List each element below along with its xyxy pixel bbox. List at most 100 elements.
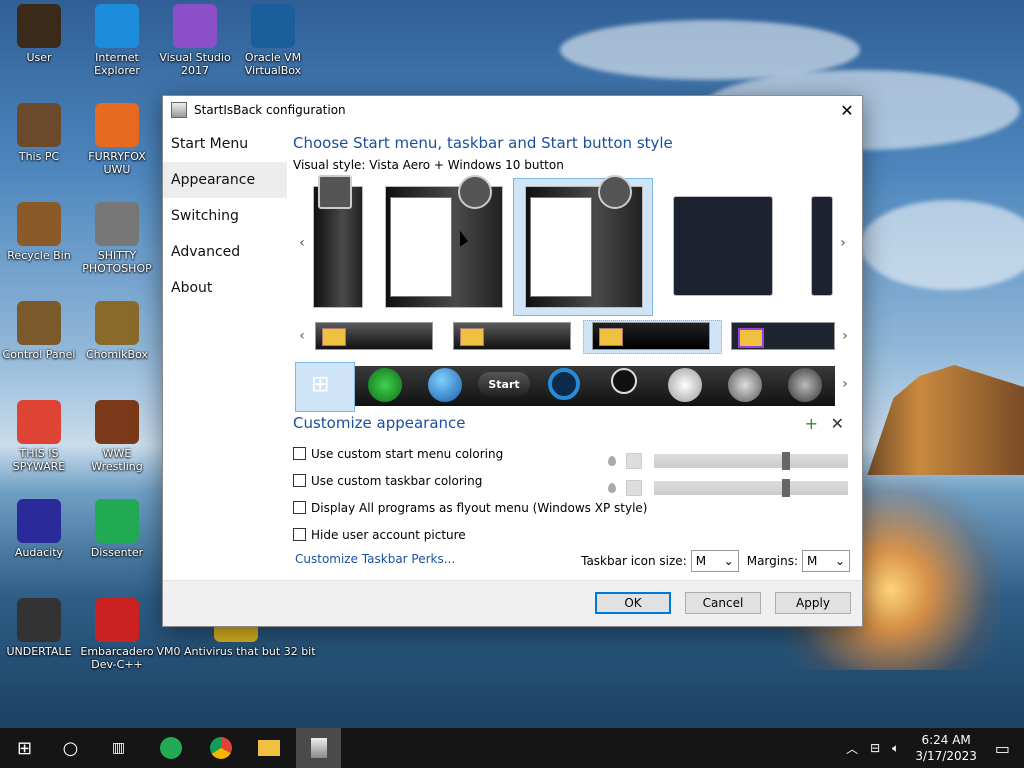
menu-style-option-selected[interactable] xyxy=(525,175,643,308)
margins-label: Margins: xyxy=(746,554,798,568)
visual-style-line: Visual style: Vista Aero + Windows 10 bu… xyxy=(293,158,858,172)
desktop-icon[interactable]: Embarcadero Dev-C++ xyxy=(78,598,156,671)
desktop-icon[interactable]: FURRYFOX UWU xyxy=(78,103,156,176)
wallpaper-rock xyxy=(867,365,1024,475)
taskbar-style-option[interactable] xyxy=(315,322,433,350)
dark-orb-icon[interactable] xyxy=(788,368,822,402)
notification-icon[interactable]: ▭ xyxy=(995,739,1010,758)
taskbar-style-option-selected[interactable] xyxy=(592,322,710,350)
task-view-icon[interactable]: ▥ xyxy=(96,728,141,768)
visual-style-label: Visual style: xyxy=(293,158,366,172)
margins-select[interactable]: M ⌄ xyxy=(802,550,850,572)
desktop-icon-label: ChomikBox xyxy=(86,348,148,361)
remove-icon[interactable]: ✕ xyxy=(831,414,844,433)
desktop-icon[interactable]: Internet Explorer xyxy=(78,4,156,77)
power-button-icon[interactable] xyxy=(611,368,637,394)
button-style-next-icon[interactable]: › xyxy=(838,374,852,394)
menu-style-option[interactable] xyxy=(673,196,773,296)
startisback-taskbar-icon[interactable] xyxy=(296,728,341,768)
clover-button-icon[interactable] xyxy=(368,368,402,402)
color-swatch[interactable] xyxy=(626,453,642,469)
desktop-icon[interactable]: ChomikBox xyxy=(78,301,156,361)
taskbar-style-row: ‹ › xyxy=(293,320,858,354)
option-label: Use custom taskbar coloring xyxy=(311,473,483,488)
main-panel: Choose Start menu, taskbar and Start but… xyxy=(293,126,858,578)
cancel-button[interactable]: Cancel xyxy=(685,592,761,614)
desktop-icon[interactable]: Audacity xyxy=(0,499,78,559)
sidebar-item-advanced[interactable]: Advanced xyxy=(163,234,287,270)
search-icon[interactable]: ○ xyxy=(48,728,93,768)
menu-style-option[interactable] xyxy=(385,175,503,308)
file-explorer-icon[interactable] xyxy=(246,728,291,768)
color-swatch[interactable] xyxy=(626,480,642,496)
apply-button[interactable]: Apply xyxy=(775,592,851,614)
opacity-slider[interactable] xyxy=(654,452,848,470)
checkbox[interactable] xyxy=(293,528,306,541)
desktop-icon[interactable]: WWE Wrestling xyxy=(78,400,156,473)
desktop-icon-label: This PC xyxy=(18,150,60,163)
icon-size-select[interactable]: M ⌄ xyxy=(690,550,739,572)
recycle-bin-icon xyxy=(17,202,61,246)
desktop-icon[interactable]: Control Panel xyxy=(0,301,78,361)
start-windows-icon[interactable]: ⊞ xyxy=(2,728,47,768)
option-label: Use custom start menu coloring xyxy=(311,446,504,461)
dissenter-taskbar-icon[interactable] xyxy=(148,728,193,768)
desktop-icon[interactable]: Visual Studio 2017 xyxy=(156,4,234,77)
edge-icon xyxy=(95,4,139,48)
desktop-icon[interactable]: Oracle VM VirtualBox xyxy=(234,4,312,77)
xp-start-button-icon[interactable]: Start xyxy=(478,372,530,396)
checkbox[interactable] xyxy=(293,474,306,487)
desktop-icon[interactable]: SHITTY PHOTOSHOP xyxy=(78,202,156,275)
clock-time: 6:24 AM xyxy=(921,733,971,747)
option-hide-account-picture[interactable]: Hide user account picture xyxy=(293,521,858,548)
menu-style-prev-icon[interactable]: ‹ xyxy=(295,233,309,253)
sidebar-item-switching[interactable]: Switching xyxy=(163,198,287,234)
chrome-taskbar-icon[interactable] xyxy=(198,728,243,768)
vista-orb-icon[interactable] xyxy=(428,368,462,402)
menu-style-next-icon[interactable]: › xyxy=(836,233,850,253)
customize-perks-link[interactable]: Customize Taskbar Perks... xyxy=(295,552,455,566)
chrome-icon xyxy=(17,400,61,444)
sidebar-item-start-menu[interactable]: Start Menu xyxy=(163,126,287,162)
clock[interactable]: 6:24 AM 3/17/2023 xyxy=(915,732,977,764)
taskbar-color-controls xyxy=(608,479,848,497)
taskbar-style-next-icon[interactable]: › xyxy=(838,326,852,346)
add-icon[interactable]: + xyxy=(805,414,818,433)
taskbar-style-option[interactable] xyxy=(453,322,571,350)
checkbox[interactable] xyxy=(293,501,306,514)
desktop-icon[interactable]: Dissenter xyxy=(78,499,156,559)
desktop-icon-label: SHITTY PHOTOSHOP xyxy=(82,249,152,275)
windows10-button-icon[interactable]: ⊞ xyxy=(311,372,329,397)
desktop-icon[interactable]: UNDERTALE xyxy=(0,598,78,658)
close-icon[interactable]: ✕ xyxy=(832,96,862,124)
folder-icon xyxy=(322,328,346,346)
ok-button[interactable]: OK xyxy=(595,592,671,614)
desktop-icon-label: Internet Explorer xyxy=(94,51,140,77)
white-orb-icon[interactable] xyxy=(668,368,702,402)
start-menu-color-controls xyxy=(608,452,848,470)
chevron-up-icon[interactable]: ︿ xyxy=(846,740,858,757)
sidebar-item-appearance[interactable]: Appearance xyxy=(163,162,287,198)
slider-thumb[interactable] xyxy=(782,479,790,497)
color-drop-icon xyxy=(608,456,616,466)
sidebar-item-about[interactable]: About xyxy=(163,270,287,306)
volume-icon[interactable]: 🔈︎ xyxy=(892,741,899,756)
slider-thumb[interactable] xyxy=(782,452,790,470)
menu-style-option[interactable] xyxy=(313,175,363,308)
taskbar-style-prev-icon[interactable]: ‹ xyxy=(295,326,309,346)
checkbox[interactable] xyxy=(293,447,306,460)
menu-style-option[interactable] xyxy=(811,196,833,296)
network-icon[interactable]: ⊟ xyxy=(870,741,880,755)
dialog-titlebar[interactable]: StartIsBack configuration ✕ xyxy=(163,96,862,124)
desktop-icon[interactable]: This PC xyxy=(0,103,78,163)
ring-button-icon[interactable] xyxy=(548,368,580,400)
system-tray: ︿ ⊟ 🔈︎ 6:24 AM 3/17/2023 ▭ xyxy=(840,728,1024,768)
grey-orb-icon[interactable] xyxy=(728,368,762,402)
option-flyout-menu[interactable]: Display All programs as flyout menu (Win… xyxy=(293,494,858,521)
desktop-icon[interactable]: THIS IS SPYWARE xyxy=(0,400,78,473)
opacity-slider[interactable] xyxy=(654,479,848,497)
desktop-icon-label: Dissenter xyxy=(90,546,144,559)
desktop-icon[interactable]: Recycle Bin xyxy=(0,202,78,262)
taskbar-style-option[interactable] xyxy=(731,322,835,350)
desktop-icon[interactable]: User xyxy=(0,4,78,64)
